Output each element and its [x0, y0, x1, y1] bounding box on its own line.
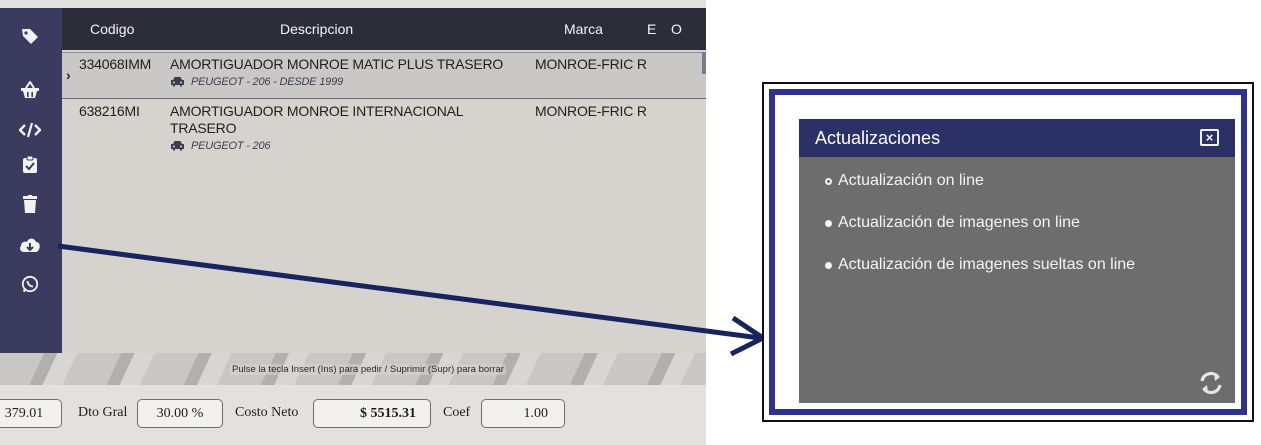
option-actualizacion-imagenes-sueltas[interactable]: Actualización de imagenes sueltas on lin… — [825, 256, 1135, 274]
tag-icon[interactable] — [18, 24, 42, 48]
column-header-e[interactable]: E — [647, 21, 656, 37]
cell-descripcion: AMORTIGUADOR MONROE MATIC PLUS TRASERO P… — [170, 56, 515, 91]
column-header-marca[interactable]: Marca — [564, 21, 603, 37]
refresh-icon[interactable] — [1197, 369, 1225, 397]
column-header-descripcion[interactable]: Descripcion — [280, 21, 353, 37]
descripcion-text: AMORTIGUADOR MONROE MATIC PLUS TRASERO — [170, 56, 504, 72]
trash-icon[interactable] — [18, 192, 42, 216]
basket-icon[interactable] — [18, 78, 42, 102]
arrow-head — [729, 315, 768, 357]
scrollbar-thumb[interactable] — [702, 52, 706, 74]
descripcion-text: AMORTIGUADOR MONROE INTERNACIONAL TRASER… — [170, 103, 463, 136]
grid-header: Codigo Descripcion Marca E O — [62, 8, 706, 50]
column-header-codigo[interactable]: Codigo — [90, 21, 134, 37]
option-label: Actualización de imagenes on line — [838, 214, 1080, 231]
coef-field[interactable]: 1.00 — [481, 399, 565, 428]
cell-marca: MONROE-FRIC R — [535, 103, 647, 119]
vehicle-line: PEUGEOT - 206 - DESDE 1999 — [170, 74, 515, 91]
partial-total-field[interactable]: 379.01 — [0, 399, 62, 428]
totals-bar: 379.01 Dto Gral 30.00 % Costo Neto $ 551… — [0, 385, 706, 445]
row-selected-chevron-icon: › — [66, 67, 71, 83]
vehicle-text: PEUGEOT - 206 — [191, 140, 271, 152]
vehicle-text: PEUGEOT - 206 - DESDE 1999 — [191, 76, 343, 88]
cell-codigo: 334068IMM — [79, 56, 152, 72]
sidebar — [0, 8, 62, 353]
bullet-icon — [825, 261, 832, 269]
parts-grid: Codigo Descripcion Marca E O › 334068IMM… — [62, 8, 706, 353]
column-header-o[interactable]: O — [671, 21, 682, 37]
keyboard-hint: Pulse la tecla Insert (Ins) para pedir /… — [230, 364, 506, 375]
popup-frame-inner: Actualizaciones × Actualización on line … — [769, 89, 1247, 415]
code-icon[interactable] — [18, 118, 42, 142]
costo-neto-label: Costo Neto — [235, 405, 299, 420]
updates-dialog: Actualizaciones × Actualización on line … — [799, 119, 1235, 403]
screenshot-stage: Codigo Descripcion Marca E O › 334068IMM… — [0, 0, 1261, 445]
dto-gral-label: Dto Gral — [78, 405, 128, 420]
cloud-download-icon[interactable] — [18, 232, 42, 256]
car-icon — [170, 138, 185, 155]
radio-selected-icon — [825, 177, 832, 185]
option-actualizacion-imagenes[interactable]: Actualización de imagenes on line — [825, 214, 1080, 232]
coef-label: Coef — [443, 405, 471, 420]
bullet-icon — [825, 219, 832, 227]
option-label: Actualización de imagenes sueltas on lin… — [838, 256, 1136, 273]
dto-gral-field[interactable]: 30.00 % — [137, 399, 223, 428]
cell-marca: MONROE-FRIC R — [535, 56, 647, 72]
cell-codigo: 638216MI — [79, 103, 140, 119]
cell-descripcion: AMORTIGUADOR MONROE INTERNACIONAL TRASER… — [170, 103, 470, 155]
table-row[interactable]: › 334068IMM AMORTIGUADOR MONROE MATIC PL… — [62, 52, 706, 99]
close-button[interactable]: × — [1200, 129, 1219, 146]
popup-frame: Actualizaciones × Actualización on line … — [762, 82, 1254, 422]
car-icon — [170, 74, 185, 91]
costo-neto-field[interactable]: $ 5515.31 — [313, 399, 431, 428]
status-bar: Pulse la tecla Insert (Ins) para pedir /… — [0, 353, 706, 385]
clipboard-check-icon[interactable] — [18, 152, 42, 176]
dialog-title: Actualizaciones — [815, 128, 941, 148]
vehicle-line: PEUGEOT - 206 — [170, 138, 470, 155]
whatsapp-icon[interactable] — [18, 272, 42, 296]
dialog-titlebar: Actualizaciones × — [799, 119, 1235, 157]
option-label: Actualización on line — [838, 172, 984, 189]
parts-app-window: Codigo Descripcion Marca E O › 334068IMM… — [0, 0, 706, 445]
option-actualizacion-online[interactable]: Actualización on line — [825, 172, 984, 190]
table-row[interactable]: 638216MI AMORTIGUADOR MONROE INTERNACION… — [62, 100, 706, 160]
